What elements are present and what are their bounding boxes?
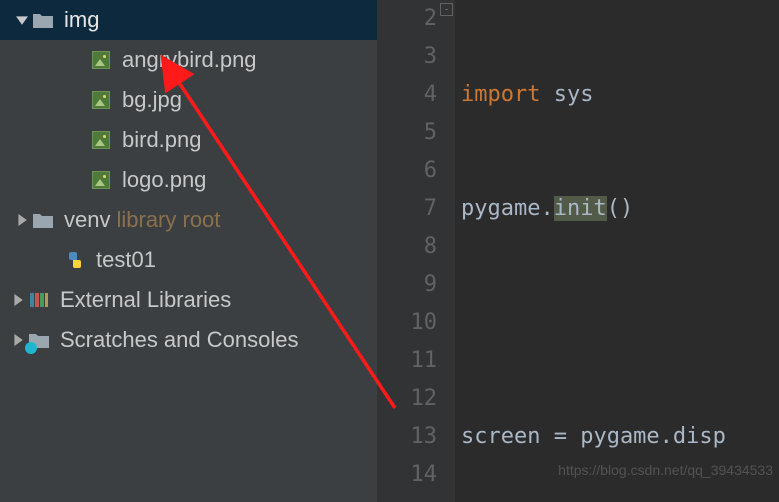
folder-icon <box>32 209 54 231</box>
line-number: 12 <box>377 380 437 418</box>
tree-file[interactable]: bg.jpg <box>0 80 377 120</box>
code-token: sys <box>540 82 593 107</box>
image-file-icon <box>90 169 112 191</box>
code-token: screen = pygame.disp <box>461 424 726 449</box>
tree-file[interactable]: logo.png <box>0 160 377 200</box>
code-area[interactable]: import sys pygame.init() screen = pygame… <box>455 0 726 502</box>
tree-label: Scratches and Consoles <box>60 327 298 353</box>
line-number: 2 <box>377 0 437 38</box>
line-number: 8 <box>377 228 437 266</box>
chevron-right-icon[interactable] <box>12 214 32 226</box>
code-token: pygame. <box>461 196 554 221</box>
line-number: 14 <box>377 456 437 494</box>
tree-label: venv <box>64 207 110 233</box>
chevron-down-icon[interactable] <box>12 14 32 26</box>
code-token: () <box>607 196 634 221</box>
tree-file[interactable]: bird.png <box>0 120 377 160</box>
library-root-tag: library root <box>116 207 220 233</box>
tree-folder-img[interactable]: img <box>0 0 377 40</box>
line-number: 4 <box>377 76 437 114</box>
tree-external-libraries[interactable]: External Libraries <box>0 280 377 320</box>
tree-label: angrybird.png <box>122 47 257 73</box>
image-file-icon <box>90 129 112 151</box>
folder-icon <box>32 9 54 31</box>
tree-label: bird.png <box>122 127 202 153</box>
code-editor[interactable]: - 234567891011121314 import sys pygame.i… <box>377 0 779 502</box>
tree-label: test01 <box>96 247 156 273</box>
tree-label: logo.png <box>122 167 206 193</box>
tree-file-python[interactable]: test01 <box>0 240 377 280</box>
tree-label: img <box>64 7 99 33</box>
line-number: 13 <box>377 418 437 456</box>
line-number: 6 <box>377 152 437 190</box>
code-token: init <box>554 196 607 221</box>
image-file-icon <box>90 89 112 111</box>
line-number: 9 <box>377 266 437 304</box>
tree-folder-venv[interactable]: venv library root <box>0 200 377 240</box>
python-file-icon <box>64 249 86 271</box>
external-libraries-icon <box>28 289 50 311</box>
line-number: 3 <box>377 38 437 76</box>
image-file-icon <box>90 49 112 71</box>
tree-label: External Libraries <box>60 287 231 313</box>
line-number: 11 <box>377 342 437 380</box>
line-number: 7 <box>377 190 437 228</box>
project-tree[interactable]: img angrybird.png bg.jpg bird.png logo.p… <box>0 0 377 502</box>
watermark: https://blog.csdn.net/qq_39434533 <box>558 462 773 478</box>
line-number: 10 <box>377 304 437 342</box>
tree-file[interactable]: angrybird.png <box>0 40 377 80</box>
line-gutter: - 234567891011121314 <box>377 0 455 502</box>
tree-scratches[interactable]: Scratches and Consoles <box>0 320 377 360</box>
code-token: import <box>461 82 540 107</box>
fold-marker-icon[interactable]: - <box>440 3 453 16</box>
scratches-icon <box>28 329 50 351</box>
line-number: 5 <box>377 114 437 152</box>
tree-label: bg.jpg <box>122 87 182 113</box>
chevron-right-icon[interactable] <box>8 294 28 306</box>
